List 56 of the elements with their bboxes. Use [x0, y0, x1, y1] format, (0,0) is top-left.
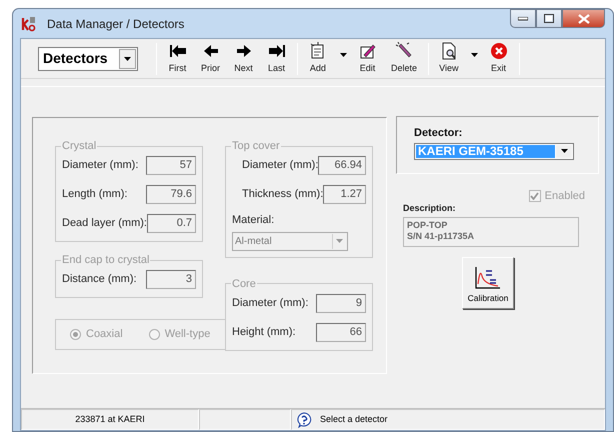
number-field: 3: [146, 270, 196, 289]
group-title: Crystal: [61, 140, 98, 152]
toolbar-button[interactable]: View: [433, 42, 482, 76]
group-title: Top cover: [231, 140, 281, 152]
caret-icon: [340, 52, 347, 56]
minimize-button[interactable]: [510, 9, 536, 28]
field-label: Diameter (mm):: [62, 158, 140, 174]
status-text: Select a detector: [320, 412, 388, 426]
view-selector[interactable]: Detectors: [38, 46, 138, 70]
calibration-button[interactable]: Calibration: [462, 257, 514, 309]
field-label: Distance (mm):: [62, 272, 138, 288]
field-label: Diameter (mm):: [232, 296, 310, 311]
toolbar-button[interactable]: Last: [260, 42, 293, 76]
field-label: Thickness (mm):: [242, 187, 324, 202]
group-title: Core: [231, 278, 257, 290]
window-title: Data Manager / Detectors: [47, 16, 184, 32]
toolbar-button[interactable]: Delete: [384, 42, 424, 76]
caret-icon: [470, 52, 478, 56]
app-logo-icon: [21, 16, 37, 32]
number-field: 0.7: [146, 214, 196, 233]
number-field: 66.94: [318, 156, 366, 175]
caret-icon: [124, 56, 131, 60]
number-field: 9: [316, 294, 366, 312]
close-circle-icon: [490, 42, 508, 60]
number-field: 57: [146, 156, 196, 175]
close-button[interactable]: [562, 9, 605, 28]
toolbar-button[interactable]: Add: [302, 42, 351, 76]
field-label: Material:: [232, 213, 276, 228]
field-label: Detector:: [414, 126, 464, 141]
description-field: POP-TOP S/N 41-p11735A: [403, 217, 579, 247]
toolbar-button[interactable]: Exit: [482, 42, 515, 76]
toolbar-button[interactable]: Next: [227, 42, 260, 76]
toolbar-button[interactable]: Edit: [351, 42, 384, 76]
maximize-icon: [544, 14, 554, 23]
checkmark-icon: [530, 192, 540, 200]
magnifier-document-icon: [440, 42, 458, 60]
minimize-icon: [518, 16, 528, 20]
maximize-button[interactable]: [536, 9, 562, 28]
help-bubble-icon: [296, 412, 312, 428]
toolbar-button[interactable]: Prior: [194, 42, 227, 76]
field-label: Description:: [403, 202, 457, 215]
group-title: End cap to crystal: [61, 254, 150, 266]
caret-icon: [336, 239, 343, 243]
toolbar-button[interactable]: First: [161, 42, 194, 76]
field-label: Height (mm):: [232, 324, 297, 340]
field-label: Diameter (mm):: [242, 158, 318, 174]
status-text: 233871 at KAERI: [75, 412, 145, 426]
close-icon: [578, 14, 590, 24]
field-label: Dead layer (mm):: [62, 216, 147, 232]
caret-icon: [560, 149, 568, 153]
field-label: Length (mm):: [62, 187, 128, 202]
enabled-checkbox: Enabled: [528, 188, 585, 204]
number-field: 1.27: [323, 185, 366, 204]
number-field: 79.6: [146, 185, 196, 204]
number-field: 66: [316, 322, 366, 342]
chart-curve-icon: [474, 266, 502, 290]
